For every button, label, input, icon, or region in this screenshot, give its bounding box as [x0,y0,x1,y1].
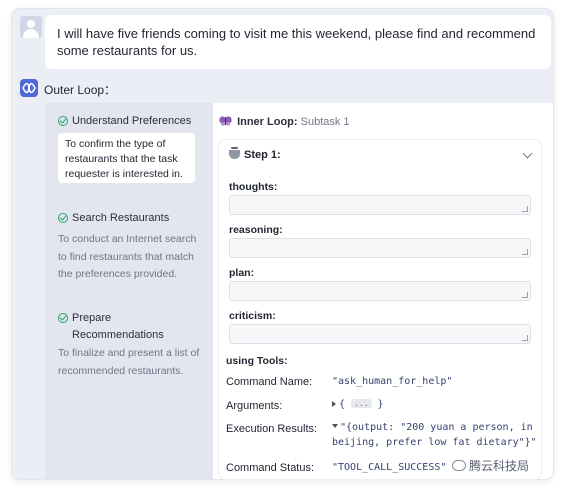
check-circle-icon [58,213,68,223]
collapse-caret-icon[interactable] [332,424,338,428]
wechat-icon [452,460,466,471]
check-circle-icon [58,313,68,323]
step-prepare-recommendations[interactable]: Prepare Recommendations [58,310,178,344]
execution-results-label: Execution Results: [226,423,318,435]
step-understand-preferences[interactable]: Understand Preferences [58,115,191,127]
subtask-label: Subtask 1 [300,116,350,128]
arguments-label: Arguments: [226,400,283,412]
plan-label: plan: [229,267,255,279]
user-message: I will have five friends coming to visit… [45,15,551,69]
step-header[interactable]: Step 1: [229,147,281,161]
butterfly-icon [219,116,232,126]
step-title-label: Understand Preferences [72,115,192,127]
step-search-restaurants[interactable]: Search Restaurants [58,212,169,224]
command-name-value: "ask_human_for_help" [332,376,453,387]
watermark: 腾云科技局 [452,457,529,474]
command-name-label: Command Name: [226,376,313,388]
collapsed-ellipsis[interactable]: ... [351,399,372,408]
chevron-down-icon[interactable] [522,148,533,159]
reasoning-label: reasoning: [229,224,283,236]
using-tools-label: using Tools: [226,355,288,367]
criticism-label: criticism: [229,310,276,322]
step-card: Step 1: thoughts: reasoning: plan: criti… [219,140,541,479]
plan-field[interactable] [229,281,531,301]
inner-loop-header: Inner Loop: Subtask 1 [219,116,350,128]
arguments-value[interactable]: { ... } [332,399,384,410]
check-circle-icon [58,116,68,126]
step-description: To conduct an Internet search to find re… [58,233,197,280]
outer-loop-label: Outer Loop： [44,83,117,97]
execution-results-line2: beijing, prefer low fat dietary"}" [332,437,537,448]
step-label: Step 1: [244,149,281,161]
step-title-label: Search Restaurants [72,212,170,224]
user-message-row: I will have five friends coming to visit… [12,9,553,69]
thoughts-label: thoughts: [229,181,278,193]
step-description: To finalize and present a list of recomm… [58,347,200,377]
cooking-pot-icon [229,147,240,159]
command-status-value: "TOOL_CALL_SUCCESS" [332,462,447,473]
step-description-box: To confirm the type of restaurants that … [58,133,195,183]
command-status-label: Command Status: [226,462,315,474]
step-title-label: Prepare Recommendations [72,312,164,341]
reasoning-field[interactable] [229,238,531,258]
execution-results-line1: "{output: "200 yuan a person, in [340,422,533,433]
agent-logo-icon [20,79,38,97]
arguments-open-brace: { [339,399,346,410]
criticism-field[interactable] [229,324,531,344]
watermark-text: 腾云科技局 [469,459,530,473]
thoughts-field[interactable] [229,195,531,215]
execution-results-value[interactable]: "{output: "200 yuan a person, in [332,422,533,433]
user-avatar-icon [20,16,42,38]
inner-loop-title: Inner Loop: [237,116,298,128]
expand-caret-icon[interactable] [332,401,336,407]
arguments-close-brace: } [377,399,384,410]
